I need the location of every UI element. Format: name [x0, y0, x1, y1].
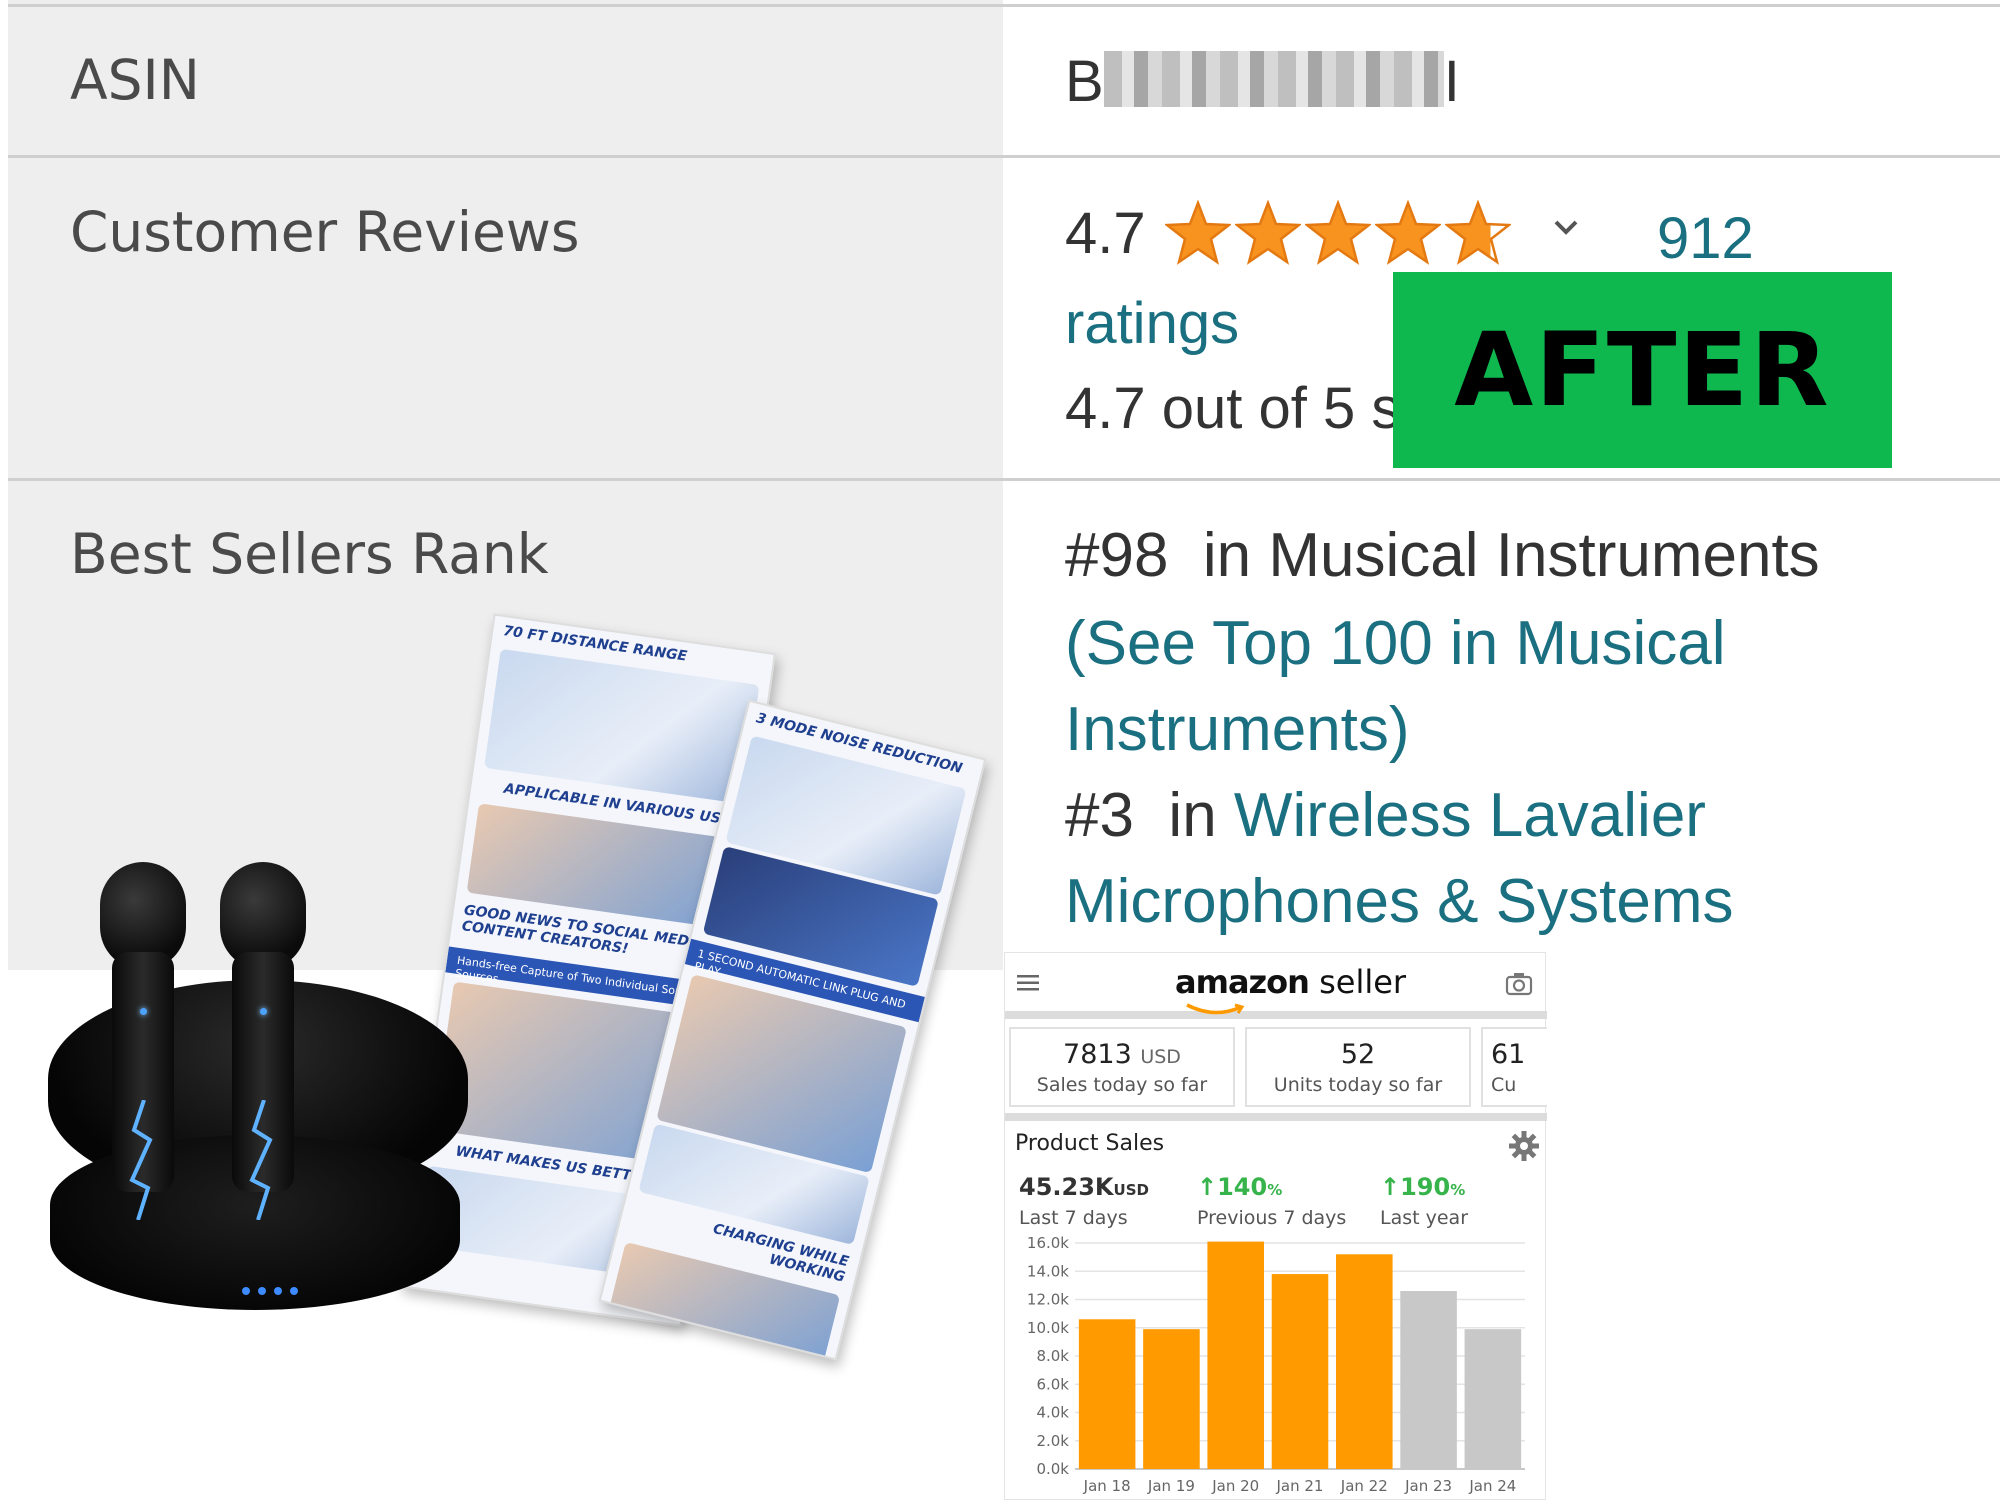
x-tick-label: Jan 21 [1276, 1477, 1324, 1495]
metric-unit: % [1450, 1181, 1466, 1199]
product-sales-title: Product Sales [1015, 1131, 1165, 1156]
metric-value: 45.23K [1019, 1173, 1114, 1201]
asin-value: BI [1065, 49, 1460, 114]
see-top-100-link[interactable]: (See Top 100 in Musical [1065, 608, 1726, 679]
rank-musical-instruments: #98 in Musical Instruments [1065, 521, 1820, 590]
star-icon [1305, 200, 1371, 265]
app-header: amazon seller [1005, 953, 1547, 1019]
rank-wireless-lavalier: #3 in Wireless Lavalier [1065, 781, 1706, 850]
chart-bar [1143, 1329, 1200, 1469]
metric-caption: Previous 7 days [1197, 1207, 1347, 1229]
lightning-icon [129, 1100, 273, 1220]
ratings-count-link[interactable]: 912 [1657, 205, 1754, 272]
x-tick-label: Jan 22 [1340, 1477, 1388, 1495]
divider [8, 4, 2000, 7]
divider [8, 155, 2000, 158]
amazon-seller-logo: amazon seller [1175, 963, 1407, 1001]
wireless-lavalier-link[interactable]: Wireless Lavalier [1234, 781, 1706, 850]
ratings-link[interactable]: ratings [1065, 290, 1239, 357]
chart-bar [1078, 1319, 1136, 1469]
y-tick-label: 2.0k [1036, 1432, 1069, 1450]
y-tick-label: 16.0k [1027, 1234, 1069, 1252]
menu-icon[interactable] [1017, 975, 1039, 991]
metric-unit: % [1267, 1181, 1283, 1199]
tile-caption: Units today so far [1273, 1074, 1443, 1096]
amazon-smile-icon [1186, 1003, 1245, 1015]
units-today-tile[interactable]: 52 Units today so far [1245, 1027, 1471, 1107]
chart-bar [1207, 1241, 1264, 1469]
y-tick-label: 14.0k [1027, 1262, 1069, 1280]
asin-label: ASIN [70, 48, 200, 112]
rating-number: 4.7 [1065, 201, 1146, 266]
currency-unit: USD [1140, 1046, 1181, 1068]
metric-unit: USD [1113, 1181, 1149, 1199]
tile-caption: Sales today so far [1036, 1074, 1208, 1096]
chart-bar [1336, 1254, 1393, 1469]
mic-led [260, 1008, 267, 1015]
camera-icon[interactable] [1505, 971, 1533, 997]
x-tick-label: Jan 24 [1468, 1477, 1516, 1495]
x-tick-label: Jan 20 [1211, 1477, 1259, 1495]
chart-bar [1400, 1291, 1457, 1469]
y-tick-label: 0.0k [1036, 1460, 1069, 1478]
y-tick-label: 8.0k [1036, 1347, 1069, 1365]
battery-indicator [242, 1287, 298, 1295]
previous-7-days-metric: ↑140% Previous 7 days [1197, 1173, 1346, 1229]
y-tick-label: 6.0k [1036, 1375, 1069, 1393]
wireless-lavalier-link-cont[interactable]: Microphones & Systems [1065, 866, 1733, 937]
metric-value: ↑190 [1380, 1173, 1451, 1201]
last-7-days-metric: 45.23KUSD Last 7 days [1019, 1173, 1149, 1229]
section-divider [1005, 1113, 1547, 1121]
x-tick-label: Jan 23 [1404, 1477, 1452, 1495]
third-tile-partial[interactable]: 61 Cu [1481, 1027, 1547, 1107]
star-icon [1235, 200, 1301, 265]
metric-caption: Last year [1380, 1207, 1469, 1229]
chevron-down-icon[interactable] [1548, 210, 1584, 246]
star-rating[interactable] [1165, 200, 1511, 266]
tile-caption: Cu [1491, 1074, 1517, 1096]
sales-today-value: 7813 [1063, 1039, 1132, 1070]
star-icon [1445, 200, 1511, 265]
star-icon [1375, 200, 1441, 265]
mic-led [140, 1008, 147, 1015]
rating-summary: 4.7 out of 5 s [1065, 376, 1401, 441]
sales-today-tile[interactable]: 7813 USD Sales today so far [1009, 1027, 1235, 1107]
product-sales-bar-chart: 0.0k 2.0k 4.0k 6.0k 8.0k 10.0k 12.0k 14.0k 16.0k… [1027, 1234, 1525, 1495]
after-badge: AFTER [1393, 272, 1892, 468]
gear-icon[interactable] [1507, 1129, 1541, 1163]
metric-caption: Last 7 days [1019, 1207, 1128, 1229]
divider [8, 478, 2000, 481]
chart-bar [1464, 1329, 1522, 1469]
asin-redaction [1103, 51, 1444, 107]
y-tick-label: 10.0k [1027, 1319, 1069, 1337]
see-top-100-link-cont[interactable]: Instruments) [1065, 694, 1410, 765]
last-year-metric: ↑190% Last year [1380, 1173, 1468, 1229]
tile-value: 61 [1491, 1039, 1526, 1070]
x-tick-label: Jan 18 [1083, 1477, 1131, 1495]
y-tick-label: 12.0k [1027, 1291, 1069, 1309]
y-tick-label: 4.0k [1036, 1404, 1069, 1422]
star-icon [1165, 200, 1231, 265]
chart-bar [1271, 1274, 1329, 1469]
customer-reviews-label: Customer Reviews [70, 200, 580, 264]
metric-value: ↑140 [1197, 1173, 1268, 1201]
x-tick-label: Jan 19 [1147, 1477, 1195, 1495]
units-today-value: 52 [1340, 1039, 1376, 1070]
best-sellers-rank-label: Best Sellers Rank [70, 522, 549, 586]
amazon-seller-app: amazon seller 7813 USD Sales today so fa… [1004, 952, 1547, 1500]
